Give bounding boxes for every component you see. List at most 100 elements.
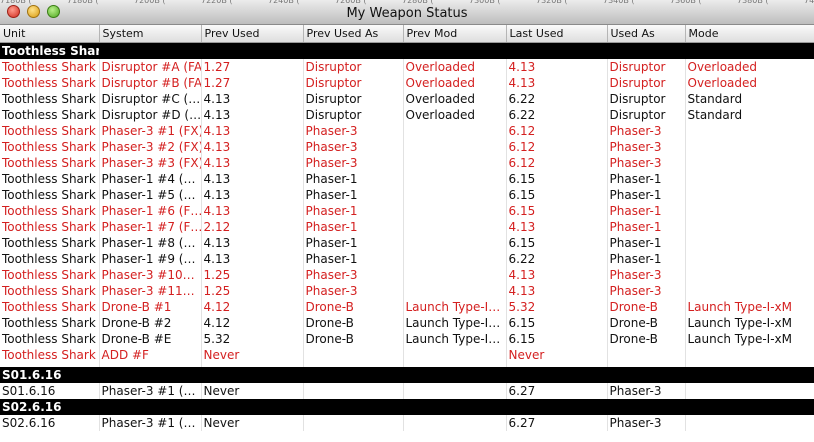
cell-prev-used-as: Phaser-3	[303, 283, 404, 299]
cell-prev-used-as: Drone-B	[303, 331, 404, 347]
column-header-system[interactable]: System	[99, 25, 202, 43]
cell-prev-mod	[403, 219, 507, 235]
cell-last-used: 6.15	[506, 203, 608, 219]
ghost-text-item: 7380B (	[737, 0, 769, 5]
cell-used-as: Disruptor	[607, 91, 686, 107]
cell-prev-used: 1.27	[201, 75, 304, 91]
table-row[interactable]: Toothless Shark Phaser-1 #6 (F… 4.13 Phaser…	[0, 203, 814, 219]
table-row[interactable]: Toothless Shark Phaser-3 #10… 1.25 Phaser-3…	[0, 267, 814, 283]
cell-mode	[685, 347, 814, 363]
cell-prev-used: 4.13	[201, 91, 304, 107]
column-header-prev-mod[interactable]: Prev Mod	[403, 25, 507, 43]
ghost-text-item: 7260B (	[335, 0, 367, 5]
cell-used-as: Phaser-3	[607, 123, 686, 139]
cell-last-used: 6.15	[506, 187, 608, 203]
group-filler-cell	[685, 367, 814, 383]
cell-prev-used-as: Drone-B	[303, 315, 404, 331]
group-filler-cell	[685, 42, 814, 59]
cell-system: Disruptor #C (…	[99, 91, 202, 107]
group-filler-cell	[403, 399, 507, 415]
table-row[interactable]: Toothless Shark Drone-B #2 4.12 Drone-B Laun…	[0, 315, 814, 331]
weapon-status-table: Unit System Prev Used Prev Used As Prev …	[0, 25, 814, 431]
cell-prev-used: 4.13	[201, 251, 304, 267]
group-filler-cell	[201, 42, 304, 59]
group-header-row[interactable]: Toothless Shark	[0, 42, 814, 59]
cell-last-used: 6.22	[506, 107, 608, 123]
table-row[interactable]: Toothless Shark Phaser-3 #1 (FX) 4.13 Phase…	[0, 123, 814, 139]
column-header-last-used[interactable]: Last Used	[506, 25, 608, 43]
cell-mode	[685, 219, 814, 235]
cell-system: Phaser-3 #1 (FX)	[99, 123, 202, 139]
column-header-unit[interactable]: Unit	[0, 25, 100, 43]
cell-prev-mod	[403, 155, 507, 171]
cell-mode: Launch Type-I-xM	[685, 315, 814, 331]
cell-used-as: Disruptor	[607, 75, 686, 91]
ghost-text-item: 7320B (	[536, 0, 568, 5]
column-header-mode[interactable]: Mode	[685, 25, 814, 43]
table-row[interactable]: Toothless Shark Phaser-1 #7 (F… 2.12 Phaser…	[0, 219, 814, 235]
table-row[interactable]: Toothless Shark ADD #F Never Never	[0, 347, 814, 363]
cell-prev-used: 1.25	[201, 283, 304, 299]
table-row[interactable]: S01.6.16 Phaser-3 #1 (… Never 6.27 Phaser-3	[0, 383, 814, 399]
cell-system: Drone-B #1	[99, 299, 202, 315]
cell-unit: Toothless Shark	[0, 267, 100, 283]
table-row[interactable]: Toothless Shark Disruptor #A (FA) 1.27 Disr…	[0, 59, 814, 75]
ghost-text-item: 7340B (	[603, 0, 635, 5]
table-body: Toothless Shark Toothless Shark Disruptor …	[0, 42, 814, 431]
group-filler-cell	[403, 367, 507, 383]
table-row[interactable]: Toothless Shark Phaser-1 #4 (… 4.13 Phaser-…	[0, 171, 814, 187]
cell-prev-used: Never	[201, 347, 304, 363]
group-filler-cell	[303, 399, 404, 415]
table-row[interactable]: S02.6.16 Phaser-3 #1 (… Never 6.27 Phaser-3	[0, 415, 814, 431]
cell-prev-used: Never	[201, 415, 304, 431]
cell-last-used: 6.15	[506, 331, 608, 347]
cell-prev-used-as	[303, 415, 404, 431]
cell-prev-used: 4.13	[201, 139, 304, 155]
table-row[interactable]: Toothless Shark Phaser-1 #8 (… 4.13 Phaser-…	[0, 235, 814, 251]
table-row[interactable]: Toothless Shark Disruptor #B (FA) 1.27 Disr…	[0, 75, 814, 91]
cell-unit: Toothless Shark	[0, 203, 100, 219]
cell-used-as: Phaser-1	[607, 171, 686, 187]
group-header-row[interactable]: S01.6.16	[0, 367, 814, 383]
cell-prev-used-as: Disruptor	[303, 107, 404, 123]
table-row[interactable]: Toothless Shark Disruptor #D (… 4.13 Disrup…	[0, 107, 814, 123]
column-header-prev-used-as[interactable]: Prev Used As	[303, 25, 404, 43]
cell-prev-used: 4.13	[201, 107, 304, 123]
column-header-prev-used[interactable]: Prev Used	[201, 25, 304, 43]
cell-prev-used-as: Phaser-3	[303, 123, 404, 139]
table-row[interactable]: Toothless Shark Phaser-3 #3 (FX) 4.13 Phase…	[0, 155, 814, 171]
cell-prev-used: 5.32	[201, 331, 304, 347]
cell-prev-mod: Overloaded	[403, 107, 507, 123]
group-filler-cell	[607, 399, 686, 415]
table-row[interactable]: Toothless Shark Phaser-1 #5 (… 4.13 Phaser-…	[0, 187, 814, 203]
group-label: S01.6.16	[0, 367, 100, 383]
cell-prev-used: 4.13	[201, 123, 304, 139]
window-title: My Weapon Status	[346, 6, 468, 21]
cell-last-used: 6.12	[506, 155, 608, 171]
table-row[interactable]: Toothless Shark Phaser-1 #9 (… 4.13 Phaser-…	[0, 251, 814, 267]
cell-used-as: Phaser-3	[607, 155, 686, 171]
table-row[interactable]: Toothless Shark Drone-B #E 5.32 Drone-B Laun…	[0, 331, 814, 347]
cell-mode	[685, 415, 814, 431]
table-row[interactable]: Toothless Shark Disruptor #C (… 4.13 Disrup…	[0, 91, 814, 107]
title-bar[interactable]: 7180B (7180B (7200B (7220B (7240B (7260B…	[0, 0, 814, 25]
group-header-row[interactable]: S02.6.16	[0, 399, 814, 415]
table-row[interactable]: Toothless Shark Drone-B #1 4.12 Drone-B Laun…	[0, 299, 814, 315]
group-filler-cell	[303, 367, 404, 383]
cell-system: Phaser-1 #9 (…	[99, 251, 202, 267]
group-filler-cell	[201, 367, 304, 383]
cell-system: Phaser-1 #5 (…	[99, 187, 202, 203]
table-row[interactable]: Toothless Shark Phaser-3 #11… 1.25 Phaser-3…	[0, 283, 814, 299]
header-row: Unit System Prev Used Prev Used As Prev …	[0, 25, 814, 43]
cell-prev-used: 1.27	[201, 59, 304, 75]
cell-mode: Launch Type-I-xM	[685, 299, 814, 315]
cell-prev-used: 4.13	[201, 155, 304, 171]
cell-unit: Toothless Shark	[0, 91, 100, 107]
cell-used-as: Phaser-1	[607, 187, 686, 203]
table-row[interactable]: Toothless Shark Phaser-3 #2 (FX) 4.13 Phase…	[0, 139, 814, 155]
cell-last-used: 6.12	[506, 139, 608, 155]
cell-last-used: 6.27	[506, 415, 608, 431]
column-header-used-as[interactable]: Used As	[607, 25, 686, 43]
cell-unit: Toothless Shark	[0, 187, 100, 203]
cell-unit: Toothless Shark	[0, 235, 100, 251]
